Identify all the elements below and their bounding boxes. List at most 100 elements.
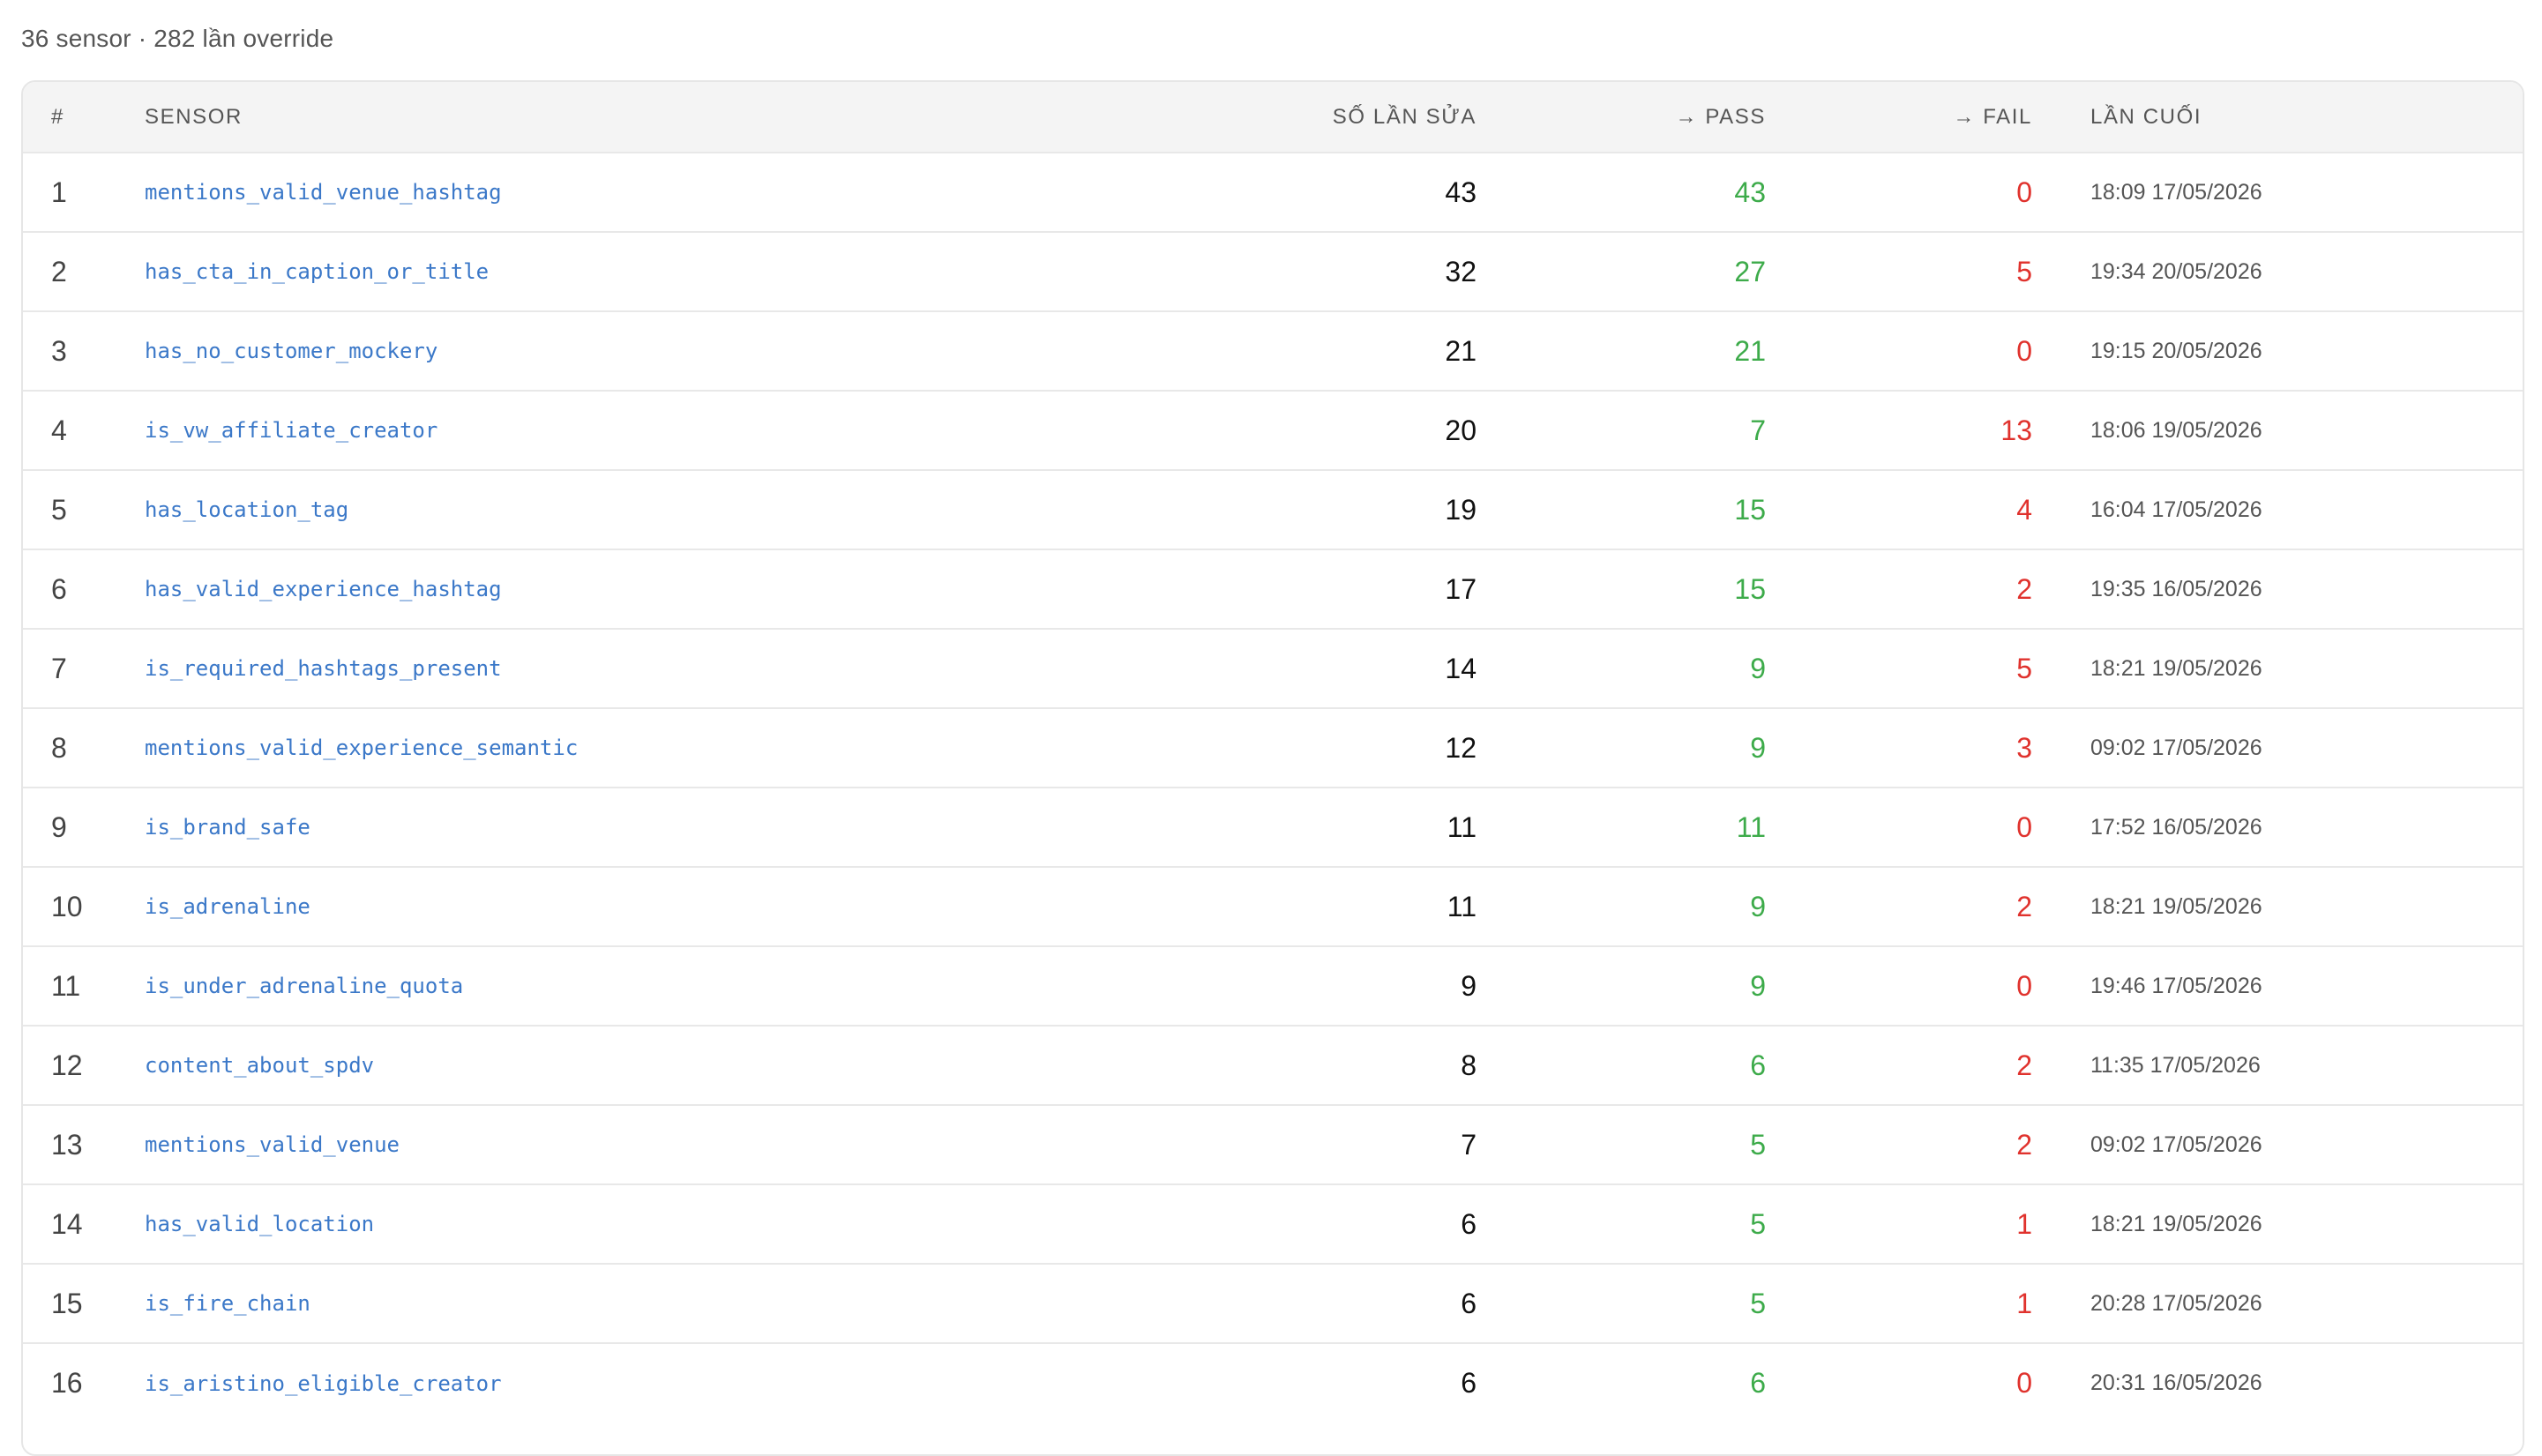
pass-count: 9 xyxy=(1750,731,1766,764)
sensor-name[interactable]: mentions_valid_venue xyxy=(145,1132,400,1157)
table-row: 9 is_brand_safe 11 11 0 17:52 16/05/2026 xyxy=(23,788,2523,867)
sensor-link[interactable]: is_adrenaline xyxy=(145,867,1230,946)
sensor-name[interactable]: is_brand_safe xyxy=(145,815,310,840)
sensor-name[interactable]: content_about_spdv xyxy=(145,1053,374,1078)
table-row: 11 is_under_adrenaline_quota 9 9 0 19:46… xyxy=(23,946,2523,1026)
table-row: 5 has_location_tag 19 15 4 16:04 17/05/2… xyxy=(23,470,2523,549)
sensor-name[interactable]: has_cta_in_caption_or_title xyxy=(145,259,489,284)
fail-count: 0 xyxy=(2016,334,2032,367)
fail-count: 2 xyxy=(2016,890,2032,922)
pass-count: 9 xyxy=(1750,969,1766,1002)
sensor-link[interactable]: mentions_valid_venue xyxy=(145,1105,1230,1184)
pass-count: 5 xyxy=(1750,1207,1766,1240)
row-index: 11 xyxy=(51,969,81,1002)
sensor-name[interactable]: has_no_customer_mockery xyxy=(145,339,437,363)
override-count: 7 xyxy=(1461,1128,1477,1161)
sensor-link[interactable]: is_brand_safe xyxy=(145,788,1230,867)
sensor-link[interactable]: has_valid_experience_hashtag xyxy=(145,549,1230,629)
last-override-time: 19:34 20/05/2026 xyxy=(2090,258,2262,284)
pass-count: 6 xyxy=(1750,1367,1766,1399)
sensor-link[interactable]: content_about_spdv xyxy=(145,1026,1230,1105)
last-override-time: 18:06 19/05/2026 xyxy=(2090,417,2262,443)
sensor-summary: 36 sensor · 282 lần override xyxy=(21,25,334,52)
override-count: 8 xyxy=(1461,1049,1477,1081)
last-override-time: 19:15 20/05/2026 xyxy=(2090,338,2262,363)
fail-count: 13 xyxy=(2000,414,2032,446)
table-row: 1 mentions_valid_venue_hashtag 43 43 0 1… xyxy=(23,153,2523,232)
override-count: 14 xyxy=(1445,652,1477,684)
pass-count: 27 xyxy=(1734,255,1766,287)
override-count: 19 xyxy=(1445,493,1477,526)
row-index: 8 xyxy=(51,731,67,764)
column-header-override-count: SỐ LẦN SỬA xyxy=(1332,104,1477,129)
sensor-name[interactable]: is_under_adrenaline_quota xyxy=(145,974,463,998)
sensor-name[interactable]: is_vw_affiliate_creator xyxy=(145,418,437,443)
row-index: 1 xyxy=(51,175,67,208)
fail-count: 4 xyxy=(2016,493,2032,526)
sensor-link[interactable]: is_aristino_eligible_creator xyxy=(145,1343,1230,1422)
last-override-time: 17:52 16/05/2026 xyxy=(2090,814,2262,840)
row-index: 5 xyxy=(51,493,67,526)
pass-count: 15 xyxy=(1734,572,1766,605)
row-index: 13 xyxy=(51,1128,83,1161)
pass-count: 6 xyxy=(1750,1049,1766,1081)
sensor-link[interactable]: is_required_hashtags_present xyxy=(145,629,1230,708)
pass-count: 15 xyxy=(1734,493,1766,526)
override-count: 17 xyxy=(1445,572,1477,605)
override-count: 6 xyxy=(1461,1367,1477,1399)
fail-count: 1 xyxy=(2016,1207,2032,1240)
table-row: 2 has_cta_in_caption_or_title 32 27 5 19… xyxy=(23,232,2523,311)
override-count: 9 xyxy=(1461,969,1477,1002)
table-row: 16 is_aristino_eligible_creator 6 6 0 20… xyxy=(23,1343,2523,1422)
table-row: 15 is_fire_chain 6 5 1 20:28 17/05/2026 xyxy=(23,1264,2523,1343)
fail-count: 0 xyxy=(2016,810,2032,843)
last-override-time: 09:02 17/05/2026 xyxy=(2090,735,2262,760)
table-row: 12 content_about_spdv 8 6 2 11:35 17/05/… xyxy=(23,1026,2523,1105)
last-override-time: 19:35 16/05/2026 xyxy=(2090,576,2262,601)
sensor-name[interactable]: is_required_hashtags_present xyxy=(145,656,502,681)
sensor-link[interactable]: has_location_tag xyxy=(145,470,1230,549)
override-count: 12 xyxy=(1445,731,1477,764)
last-override-time: 18:21 19/05/2026 xyxy=(2090,893,2262,919)
sensor-name[interactable]: is_aristino_eligible_creator xyxy=(145,1371,502,1396)
row-index: 12 xyxy=(51,1049,83,1081)
sensor-name[interactable]: mentions_valid_experience_semantic xyxy=(145,735,578,760)
row-index: 7 xyxy=(51,652,67,684)
sensor-link[interactable]: is_vw_affiliate_creator xyxy=(145,391,1230,470)
fail-count: 2 xyxy=(2016,1049,2032,1081)
sensor-name[interactable]: has_valid_location xyxy=(145,1212,374,1236)
sensor-link[interactable]: has_cta_in_caption_or_title xyxy=(145,232,1230,311)
pass-count: 9 xyxy=(1750,890,1766,922)
last-override-time: 20:28 17/05/2026 xyxy=(2090,1290,2262,1316)
row-index: 16 xyxy=(51,1367,83,1399)
override-count: 32 xyxy=(1445,255,1477,287)
sensor-name[interactable]: has_location_tag xyxy=(145,497,348,522)
sensor-name[interactable]: is_adrenaline xyxy=(145,894,310,919)
override-count: 6 xyxy=(1461,1207,1477,1240)
pass-count: 9 xyxy=(1750,652,1766,684)
last-override-time: 11:35 17/05/2026 xyxy=(2090,1052,2261,1078)
last-override-time: 18:09 17/05/2026 xyxy=(2090,179,2262,205)
pass-count: 5 xyxy=(1750,1287,1766,1319)
sensor-link[interactable]: has_valid_location xyxy=(145,1184,1230,1264)
override-count: 21 xyxy=(1445,334,1477,367)
sensor-name[interactable]: has_valid_experience_hashtag xyxy=(145,577,502,601)
pass-count: 43 xyxy=(1734,175,1766,208)
fail-count: 2 xyxy=(2016,1128,2032,1161)
pass-count: 5 xyxy=(1750,1128,1766,1161)
column-header-sensor: SENSOR xyxy=(145,104,243,129)
sensor-link[interactable]: is_under_adrenaline_quota xyxy=(145,946,1230,1026)
row-index: 2 xyxy=(51,255,67,287)
sensor-link[interactable]: has_no_customer_mockery xyxy=(145,311,1230,391)
sensor-link[interactable]: mentions_valid_experience_semantic xyxy=(145,708,1230,788)
sensor-name[interactable]: mentions_valid_venue_hashtag xyxy=(145,180,502,205)
last-override-time: 20:31 16/05/2026 xyxy=(2090,1370,2262,1395)
row-index: 6 xyxy=(51,572,67,605)
table-row: 6 has_valid_experience_hashtag 17 15 2 1… xyxy=(23,549,2523,629)
table-row: 4 is_vw_affiliate_creator 20 7 13 18:06 … xyxy=(23,391,2523,470)
sensor-link[interactable]: is_fire_chain xyxy=(145,1264,1230,1343)
row-index: 9 xyxy=(51,810,67,843)
last-override-time: 16:04 17/05/2026 xyxy=(2090,497,2262,522)
sensor-link[interactable]: mentions_valid_venue_hashtag xyxy=(145,153,1230,232)
sensor-name[interactable]: is_fire_chain xyxy=(145,1291,310,1316)
